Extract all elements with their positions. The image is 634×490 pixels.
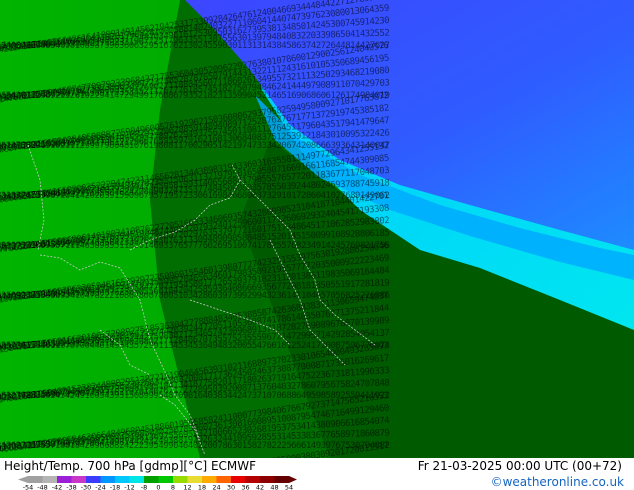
- colorbar-tick-label: -30: [81, 484, 92, 490]
- colorbar-swatch: [144, 476, 159, 483]
- colorbar-tick-label: 8: [171, 484, 175, 490]
- credit-link[interactable]: ©weatheronline.co.uk: [491, 475, 624, 489]
- colorbar-tick-label: 0: [156, 484, 160, 490]
- weather-map: 4512450854276042615410991491456219425317…: [0, 0, 634, 458]
- colorbar-swatches: [18, 476, 297, 483]
- colorbar-tick-label: -18: [110, 484, 121, 490]
- colorbar-tick-label: 30: [227, 484, 235, 490]
- colorbar-tick-label: -48: [37, 484, 48, 490]
- colorbar-tick-label: 42: [256, 484, 264, 490]
- colorbar-tick-label: 24: [212, 484, 220, 490]
- colorbar-tick-label: 48: [270, 484, 278, 490]
- colorbar-tick-label: 18: [198, 484, 206, 490]
- colorbar-tick-label: -42: [52, 484, 63, 490]
- colorbar-swatch: [42, 476, 57, 483]
- map-footer: Height/Temp. 700 hPa [gdmp][°C] ECMWF Fr…: [0, 458, 634, 490]
- colorbar-swatch: [100, 476, 115, 483]
- valid-time: Fr 21-03-2025 00:00 UTC (00+72): [417, 459, 622, 473]
- colorbar-tick-label: -24: [95, 484, 106, 490]
- map-title: Height/Temp. 700 hPa [gdmp][°C] ECMWF: [4, 459, 257, 473]
- colorbar-swatch: [274, 476, 289, 483]
- colorbar-tick-label: -12: [124, 484, 135, 490]
- colorbar-swatch: [187, 476, 202, 483]
- colorbar-swatch: [129, 476, 144, 483]
- colorbar-swatch: [173, 476, 188, 483]
- colorbar-swatch: [28, 476, 43, 483]
- colorbar-swatch: [202, 476, 217, 483]
- colorbar-tick-label: 54: [285, 484, 293, 490]
- colorbar-tick-label: 12: [183, 484, 191, 490]
- temperature-colorbar: -54 -48 -42 -38 -30 -24 -18 -12 -8 0 8 12 18 24 30 36 42…: [18, 476, 297, 490]
- colorbar-swatch: [158, 476, 173, 483]
- colorbar-swatch: [245, 476, 260, 483]
- colorbar-tick-label: -38: [66, 484, 77, 490]
- colorbar-swatch: [231, 476, 246, 483]
- colorbar-swatch: [57, 476, 72, 483]
- colorbar-swatch: [115, 476, 130, 483]
- weather-map-page: 4512450854276042615410991491456219425317…: [0, 0, 634, 490]
- colorbar-tick-label: -54: [23, 484, 34, 490]
- colorbar-swatch: [86, 476, 101, 483]
- colorbar-swatch: [71, 476, 86, 483]
- colorbar-swatch: [260, 476, 275, 483]
- colorbar-left-arrow: [18, 476, 28, 483]
- colorbar-swatch: [216, 476, 231, 483]
- colorbar-right-arrow: [289, 476, 297, 483]
- colorbar-tick-label: -8: [141, 484, 147, 490]
- colorbar-tick-labels: -54 -48 -42 -38 -30 -24 -18 -12 -8 0 8 12 18 24 30 36 42…: [23, 484, 293, 490]
- colorbar-tick-label: 36: [241, 484, 249, 490]
